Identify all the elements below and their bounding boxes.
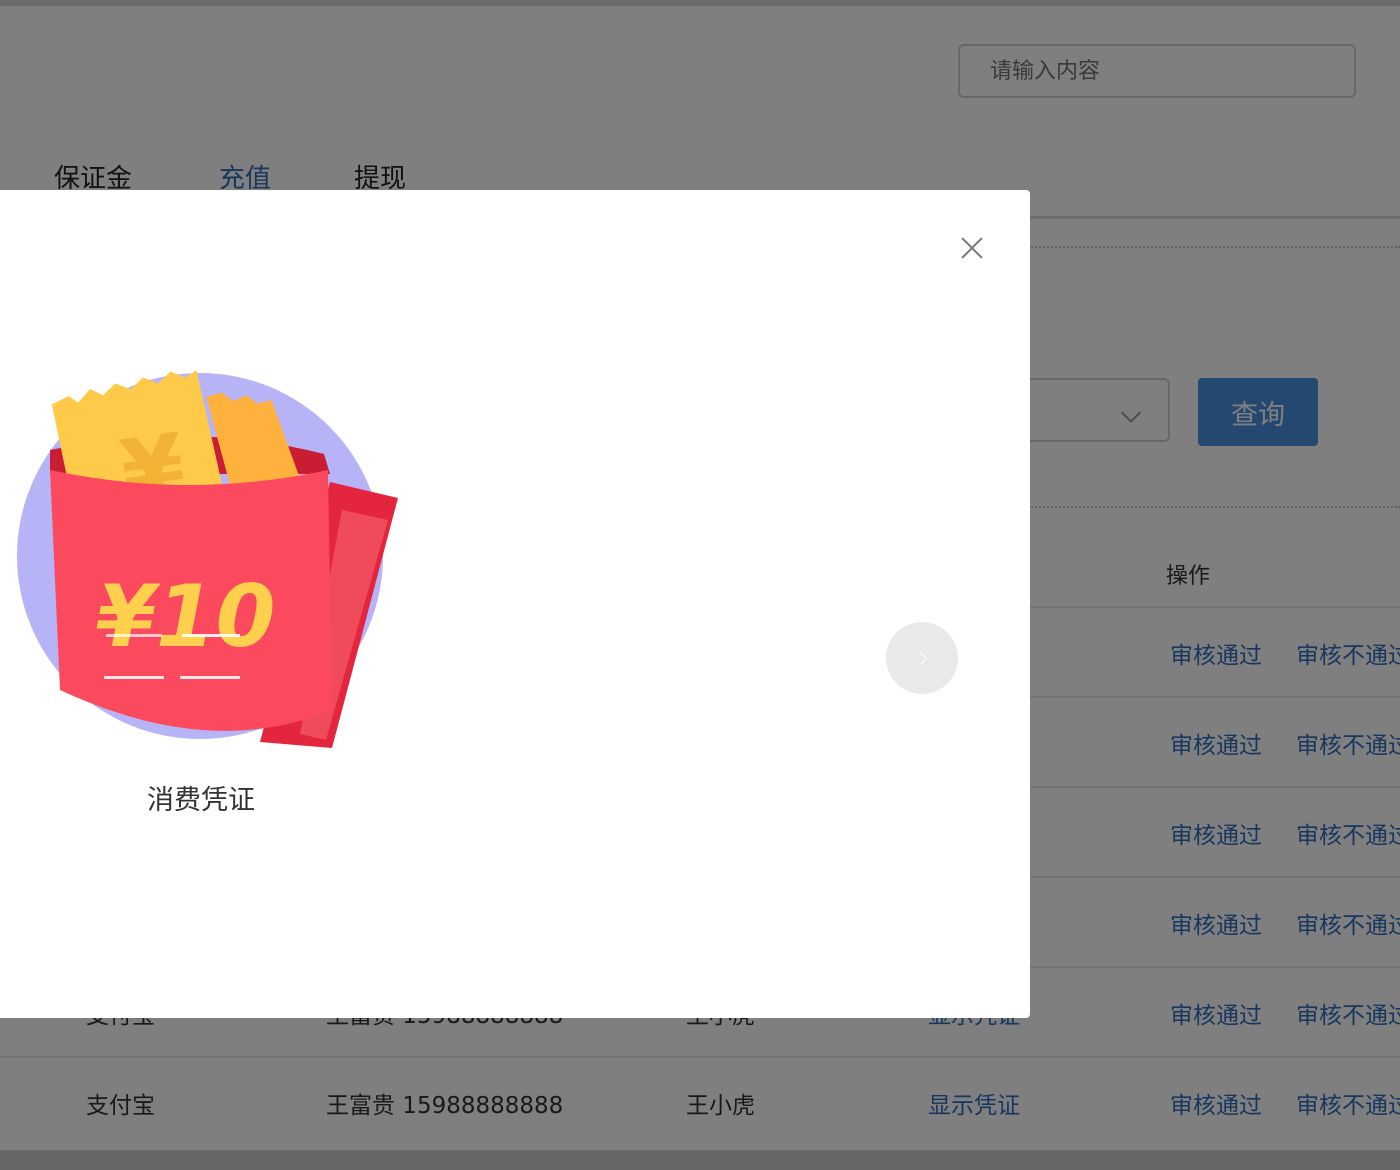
voucher-caption: 消费凭证 (147, 785, 255, 816)
red-envelope-voucher-icon: ¥ ¥10 (17, 369, 398, 748)
voucher-modal: ¥ ¥10 消费凭证 (0, 190, 1030, 1018)
next-arrow-button[interactable] (886, 622, 958, 694)
chevron-right-icon (911, 650, 928, 667)
close-icon[interactable] (950, 226, 994, 270)
voucher-amount: ¥10 (96, 567, 276, 667)
